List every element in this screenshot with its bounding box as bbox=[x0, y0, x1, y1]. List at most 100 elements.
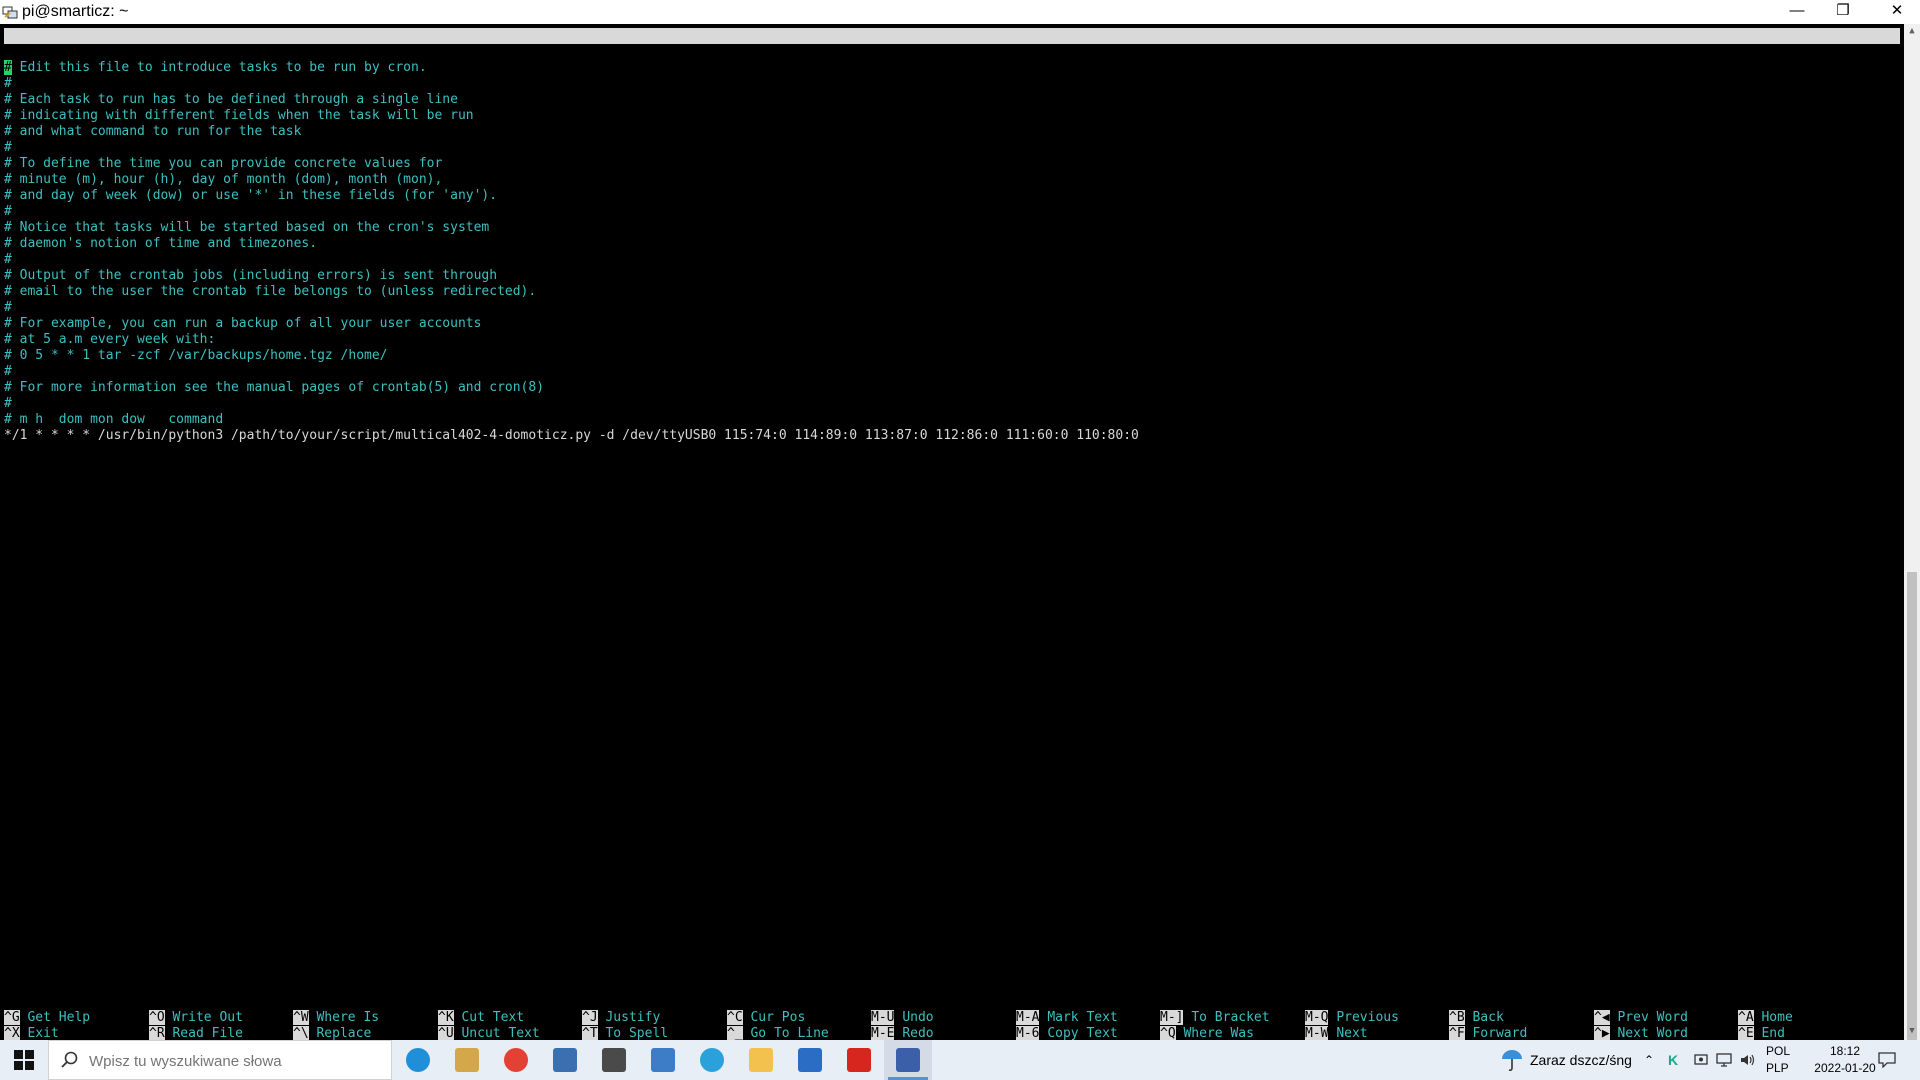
nano-shortcut: ^G Get Help bbox=[4, 1010, 90, 1026]
editor-line[interactable]: # bbox=[4, 364, 12, 380]
shortcut-key: ^W bbox=[293, 1010, 309, 1025]
taskbar-app-button[interactable] bbox=[394, 1040, 442, 1080]
shortcut-key: ^▶ bbox=[1594, 1026, 1610, 1041]
editor-line[interactable]: # at 5 a.m every week with: bbox=[4, 332, 215, 348]
putty-app-icon bbox=[2, 6, 18, 19]
scroll-down-arrow-icon[interactable]: ▼ bbox=[1904, 1026, 1920, 1036]
close-button[interactable]: ✕ bbox=[1874, 0, 1920, 24]
editor-line[interactable]: # For example, you can run a backup of a… bbox=[4, 316, 481, 332]
editor-line[interactable]: # and what command to run for the task bbox=[4, 124, 301, 140]
weather-text[interactable]: Zaraz dszcz/śng bbox=[1530, 1040, 1632, 1080]
shortcut-key: ^_ bbox=[727, 1026, 743, 1041]
editor-line[interactable]: # daemon's notion of time and timezones. bbox=[4, 236, 317, 252]
file-explorer-icon bbox=[749, 1048, 773, 1072]
editor-line[interactable]: # m h dom mon dow command bbox=[4, 412, 223, 428]
taskbar-app-button[interactable] bbox=[492, 1040, 540, 1080]
tray-device-icon[interactable] bbox=[1694, 1053, 1708, 1067]
shortcut-label: To Bracket bbox=[1191, 1010, 1270, 1025]
search-icon bbox=[61, 1051, 78, 1068]
shortcut-label: Justify bbox=[605, 1010, 661, 1025]
minimize-button[interactable]: — bbox=[1774, 0, 1820, 24]
input-language-indicator[interactable]: POL PLP bbox=[1766, 1043, 1800, 1077]
editor-line[interactable]: # bbox=[4, 300, 12, 316]
shortcut-key: M-6 bbox=[1016, 1026, 1040, 1041]
taskbar-app-button[interactable] bbox=[541, 1040, 589, 1080]
taskbar-app-button[interactable] bbox=[688, 1040, 736, 1080]
editor-line[interactable]: # To define the time you can provide con… bbox=[4, 156, 442, 172]
network-icon[interactable] bbox=[1716, 1053, 1732, 1067]
editor-line[interactable]: # minute (m), hour (h), day of month (do… bbox=[4, 172, 442, 188]
shortcut-label: Where Was bbox=[1183, 1026, 1254, 1041]
taskbar-app-button[interactable] bbox=[786, 1040, 834, 1080]
editor-line[interactable]: # bbox=[4, 396, 12, 412]
shortcut-label: Uncut Text bbox=[461, 1026, 540, 1041]
vertical-scrollbar[interactable]: ▲ ▼ bbox=[1904, 24, 1920, 1044]
notepad-icon bbox=[798, 1048, 822, 1072]
editor-line[interactable]: # Each task to run has to be defined thr… bbox=[4, 92, 458, 108]
keyboard-layout-code: PLP bbox=[1766, 1061, 1789, 1075]
nano-shortcut: M-U Undo bbox=[871, 1010, 934, 1026]
nano-shortcut: ^J Justify bbox=[582, 1010, 660, 1026]
taskbar-app-button[interactable] bbox=[590, 1040, 638, 1080]
terminal-area[interactable]: /tmp/crontab.bIqGOt/crontab GNU nano 3.2… bbox=[0, 24, 1904, 1041]
window-title: pi@smarticz: ~ bbox=[22, 3, 129, 20]
taskbar-app-button[interactable] bbox=[443, 1040, 491, 1080]
shortcut-key: ^\ bbox=[293, 1026, 309, 1041]
editor-line[interactable]: # and day of week (dow) or use '*' in th… bbox=[4, 188, 497, 204]
editor-line[interactable]: # email to the user the crontab file bel… bbox=[4, 284, 536, 300]
shortcut-key: ^◀ bbox=[1594, 1010, 1610, 1025]
nano-header: /tmp/crontab.bIqGOt/crontab GNU nano 3.2 bbox=[4, 28, 1900, 75]
tray-app-k-icon[interactable]: K bbox=[1668, 1040, 1678, 1080]
start-button[interactable] bbox=[0, 1040, 48, 1080]
shortcut-label: To Spell bbox=[605, 1026, 669, 1041]
editor-line[interactable]: # indicating with different fields when … bbox=[4, 108, 474, 124]
nano-shortcut: ^O Write Out bbox=[149, 1010, 243, 1026]
telegram-icon bbox=[700, 1048, 724, 1072]
windows-logo-icon bbox=[14, 1050, 34, 1070]
clock[interactable]: 18:12 2022-01-20 bbox=[1806, 1043, 1884, 1077]
scroll-up-arrow-icon[interactable]: ▲ bbox=[1904, 26, 1920, 36]
shortcut-label: Previous bbox=[1336, 1010, 1399, 1025]
editor-line[interactable]: # bbox=[4, 252, 12, 268]
restore-button[interactable]: ❐ bbox=[1820, 0, 1866, 24]
shortcut-key: M-U bbox=[871, 1010, 895, 1025]
shortcut-key: M-Q bbox=[1305, 1010, 1329, 1025]
shortcut-key: ^R bbox=[149, 1026, 165, 1041]
taskbar-search-box[interactable] bbox=[48, 1040, 392, 1080]
taskbar-app-button[interactable] bbox=[884, 1040, 932, 1080]
search-input[interactable] bbox=[87, 1049, 381, 1073]
editor-line[interactable]: # bbox=[4, 204, 12, 220]
editor-line[interactable]: # Notice that tasks will be started base… bbox=[4, 220, 489, 236]
nano-filename: /tmp/crontab.bIqGOt/crontab bbox=[866, 44, 1078, 59]
editor-line[interactable]: # Edit this file to introduce tasks to b… bbox=[4, 60, 427, 76]
editor-line[interactable]: # bbox=[4, 76, 12, 92]
editor-line[interactable]: # Output of the crontab jobs (including … bbox=[4, 268, 497, 284]
editor-line[interactable]: # For more information see the manual pa… bbox=[4, 380, 544, 396]
shortcut-key: ^T bbox=[582, 1026, 598, 1041]
cron-command-line[interactable]: */1 * * * * /usr/bin/python3 /path/to/yo… bbox=[4, 428, 1139, 444]
scrollbar-thumb[interactable] bbox=[1907, 572, 1917, 1044]
shortcut-key: ^J bbox=[582, 1010, 598, 1025]
shortcut-label: Write Out bbox=[172, 1010, 243, 1025]
volume-icon[interactable] bbox=[1740, 1053, 1756, 1067]
shortcut-key: ^Q bbox=[1160, 1026, 1176, 1041]
notifications-icon[interactable] bbox=[1878, 1052, 1896, 1068]
shortcut-key: ^C bbox=[727, 1010, 743, 1025]
editor-line-text: Edit this file to introduce tasks to be … bbox=[11, 60, 427, 75]
editor-line[interactable]: # 0 5 * * 1 tar -zcf /var/backups/home.t… bbox=[4, 348, 388, 364]
taskbar-app-button[interactable] bbox=[835, 1040, 883, 1080]
settings-icon bbox=[602, 1048, 626, 1072]
editor-line[interactable]: # bbox=[4, 140, 12, 156]
shortcut-key: ^O bbox=[149, 1010, 165, 1025]
window-title-bar[interactable]: pi@smarticz: ~ — ❐ ✕ bbox=[0, 0, 1920, 24]
shortcut-label: Copy Text bbox=[1047, 1026, 1118, 1041]
shortcut-key: ^A bbox=[1738, 1010, 1754, 1025]
shortcut-key: ^B bbox=[1449, 1010, 1465, 1025]
chevron-up-icon[interactable]: ⌃ bbox=[1644, 1040, 1654, 1080]
nano-shortcut: ^◀ Prev Word bbox=[1594, 1010, 1688, 1026]
shortcut-key: ^G bbox=[4, 1010, 20, 1025]
taskbar-app-button[interactable] bbox=[639, 1040, 687, 1080]
taskbar-app-button[interactable] bbox=[737, 1040, 785, 1080]
shortcut-label: End bbox=[1761, 1026, 1785, 1041]
calculator-icon bbox=[553, 1048, 577, 1072]
